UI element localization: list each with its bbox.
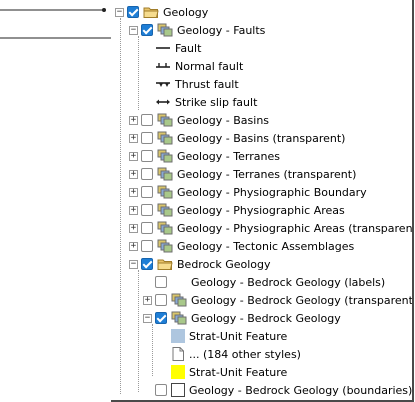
yellow-swatch-icon bbox=[171, 365, 185, 379]
legend-label: Normal fault bbox=[175, 59, 244, 73]
layer-tree-panel: − Geology − Geology - Faults Fault Norma… bbox=[111, 0, 414, 402]
legend-item-normal-fault: Normal fault bbox=[155, 57, 243, 75]
folder-icon bbox=[143, 7, 159, 18]
tree-item-physiographic-areas-transparent[interactable]: + Geology - Physiographic Areas (transpa… bbox=[129, 219, 414, 237]
layer-checkbox[interactable] bbox=[141, 114, 153, 126]
style-item-other-styles[interactable]: ... (184 other styles) bbox=[171, 345, 301, 363]
layer-stack-icon bbox=[157, 113, 173, 127]
layer-stack-icon bbox=[157, 149, 173, 163]
blue-swatch-icon bbox=[171, 329, 185, 343]
collapse-icon[interactable]: − bbox=[143, 313, 152, 323]
tree-item-label: Geology - Bedrock Geology (boundaries) bbox=[189, 383, 413, 397]
plus-icon[interactable]: + bbox=[129, 133, 138, 143]
layer-stack-icon bbox=[157, 239, 173, 253]
tree-item-bedrock-geology[interactable]: − Bedrock Geology bbox=[129, 255, 271, 273]
legend-item-fault: Fault bbox=[155, 39, 201, 57]
tree-item-bedrock-labels[interactable]: Geology - Bedrock Geology (labels) bbox=[143, 273, 385, 291]
tree-item-bedrock-boundaries[interactable]: Geology - Bedrock Geology (boundaries) bbox=[143, 381, 412, 399]
collapse-icon[interactable]: − bbox=[129, 259, 138, 269]
tree-item-basins-transparent[interactable]: + Geology - Basins (transparent) bbox=[129, 129, 345, 147]
plus-icon[interactable]: + bbox=[129, 241, 138, 251]
layer-stack-icon bbox=[157, 167, 173, 181]
tree-item-label: Geology - Bedrock Geology (transparent) bbox=[191, 293, 414, 307]
layer-checkbox[interactable] bbox=[141, 240, 153, 252]
outline-swatch-icon bbox=[171, 383, 185, 397]
tree-item-label: Geology - Basins bbox=[177, 113, 270, 127]
plus-icon[interactable]: + bbox=[143, 295, 152, 305]
style-label: ... (184 other styles) bbox=[189, 347, 301, 361]
layer-checkbox[interactable] bbox=[141, 258, 153, 270]
tree-item-label: Geology - Bedrock Geology bbox=[191, 311, 341, 325]
legend-item-thrust-fault: Thrust fault bbox=[155, 75, 239, 93]
layer-checkbox[interactable] bbox=[141, 24, 153, 36]
layer-stack-icon bbox=[157, 203, 173, 217]
layer-checkbox[interactable] bbox=[155, 294, 167, 306]
tree-item-label: Geology - Tectonic Assemblages bbox=[177, 239, 355, 253]
style-item-strat-unit-1: Strat-Unit Feature bbox=[171, 327, 287, 345]
tree-item-physiographic-boundary[interactable]: + Geology - Physiographic Boundary bbox=[129, 183, 367, 201]
style-item-strat-unit-2: Strat-Unit Feature bbox=[171, 363, 287, 381]
normal-fault-icon bbox=[156, 63, 170, 68]
fault-line-icon bbox=[156, 47, 170, 49]
legend-label: Thrust fault bbox=[175, 77, 239, 91]
strike-slip-fault-icon bbox=[156, 99, 170, 105]
layer-checkbox[interactable] bbox=[141, 186, 153, 198]
document-icon bbox=[172, 347, 184, 361]
tree-item-terranes-transparent[interactable]: + Geology - Terranes (transparent) bbox=[129, 165, 356, 183]
tree-item-label: Geology - Physiographic Boundary bbox=[177, 185, 367, 199]
layer-stack-icon bbox=[171, 311, 187, 325]
plus-icon[interactable]: + bbox=[129, 223, 138, 233]
tree-item-label: Geology - Physiographic Areas (transpare… bbox=[177, 221, 414, 235]
tree-item-tectonic-assemblages[interactable]: + Geology - Tectonic Assemblages bbox=[129, 237, 354, 255]
layer-checkbox[interactable] bbox=[141, 150, 153, 162]
tree-item-terranes[interactable]: + Geology - Terranes bbox=[129, 147, 280, 165]
layer-stack-icon bbox=[157, 131, 173, 145]
tree-guide bbox=[138, 36, 139, 110]
plus-icon[interactable]: + bbox=[129, 187, 138, 197]
layer-checkbox[interactable] bbox=[155, 312, 167, 324]
plus-icon[interactable]: + bbox=[129, 169, 138, 179]
tree-item-physiographic-areas[interactable]: + Geology - Physiographic Areas bbox=[129, 201, 345, 219]
tree-item-label: Geology - Terranes (transparent) bbox=[177, 167, 357, 181]
layer-checkbox[interactable] bbox=[127, 6, 139, 18]
layer-checkbox[interactable] bbox=[141, 204, 153, 216]
layer-checkbox[interactable] bbox=[141, 222, 153, 234]
tree-item-label: Geology bbox=[163, 5, 209, 19]
folder-icon bbox=[157, 259, 173, 270]
layer-stack-icon bbox=[157, 23, 173, 37]
tree-item-label: Geology - Faults bbox=[177, 23, 266, 37]
tree-guide bbox=[120, 18, 121, 394]
layer-checkbox[interactable] bbox=[155, 384, 167, 396]
collapse-icon[interactable]: − bbox=[129, 25, 138, 35]
legend-label: Strike slip fault bbox=[175, 95, 258, 109]
layer-checkbox[interactable] bbox=[141, 132, 153, 144]
tree-item-faults[interactable]: − Geology - Faults bbox=[129, 21, 265, 39]
legend-label: Fault bbox=[175, 41, 202, 55]
layer-checkbox[interactable] bbox=[155, 276, 167, 288]
legend-item-strike-slip-fault: Strike slip fault bbox=[155, 93, 257, 111]
layer-checkbox[interactable] bbox=[141, 168, 153, 180]
collapse-icon[interactable]: − bbox=[115, 7, 124, 17]
plus-icon[interactable]: + bbox=[129, 115, 138, 125]
plus-icon[interactable]: + bbox=[129, 205, 138, 215]
tree-item-label: Bedrock Geology bbox=[177, 257, 271, 271]
tree-guide bbox=[152, 324, 153, 376]
layer-stack-icon bbox=[157, 221, 173, 235]
thrust-fault-icon bbox=[156, 82, 170, 87]
tree-item-basins[interactable]: + Geology - Basins bbox=[129, 111, 269, 129]
tree-item-bedrock-transparent[interactable]: + Geology - Bedrock Geology (transparent… bbox=[143, 291, 414, 309]
layer-stack-icon bbox=[157, 185, 173, 199]
style-label: Strat-Unit Feature bbox=[189, 329, 288, 343]
tree-item-label: Geology - Physiographic Areas bbox=[177, 203, 345, 217]
plus-icon[interactable]: + bbox=[129, 151, 138, 161]
layer-stack-icon bbox=[171, 293, 187, 307]
style-label: Strat-Unit Feature bbox=[189, 365, 288, 379]
tree-item-label: Geology - Terranes bbox=[177, 149, 280, 163]
tree-item-geology[interactable]: − Geology bbox=[115, 3, 208, 21]
tree-item-label: Geology - Bedrock Geology (labels) bbox=[191, 275, 386, 289]
tree-guide bbox=[138, 270, 139, 392]
tree-item-label: Geology - Basins (transparent) bbox=[177, 131, 346, 145]
tree-item-bedrock-main[interactable]: − Geology - Bedrock Geology bbox=[143, 309, 341, 327]
